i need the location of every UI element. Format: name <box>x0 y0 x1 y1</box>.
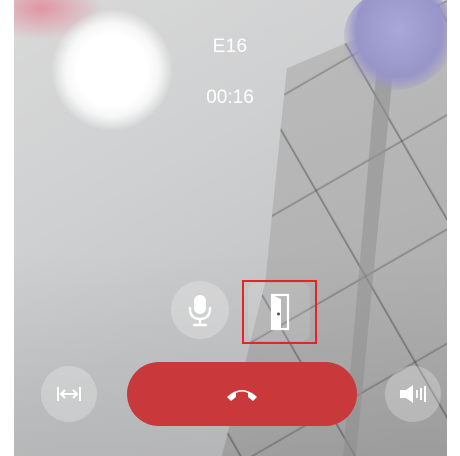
expand-horizontal-icon <box>57 387 81 401</box>
speaker-button[interactable] <box>385 366 441 422</box>
mute-button[interactable] <box>171 281 229 339</box>
hangup-button[interactable] <box>127 362 357 426</box>
call-timer: 00:16 <box>206 87 254 108</box>
speaker-icon <box>400 385 426 403</box>
phone-hangup-icon <box>227 390 257 401</box>
microphone-icon <box>188 295 212 327</box>
caller-name: E16 <box>212 36 248 57</box>
fit-width-button[interactable] <box>41 366 97 422</box>
door-button-highlight <box>242 280 317 344</box>
